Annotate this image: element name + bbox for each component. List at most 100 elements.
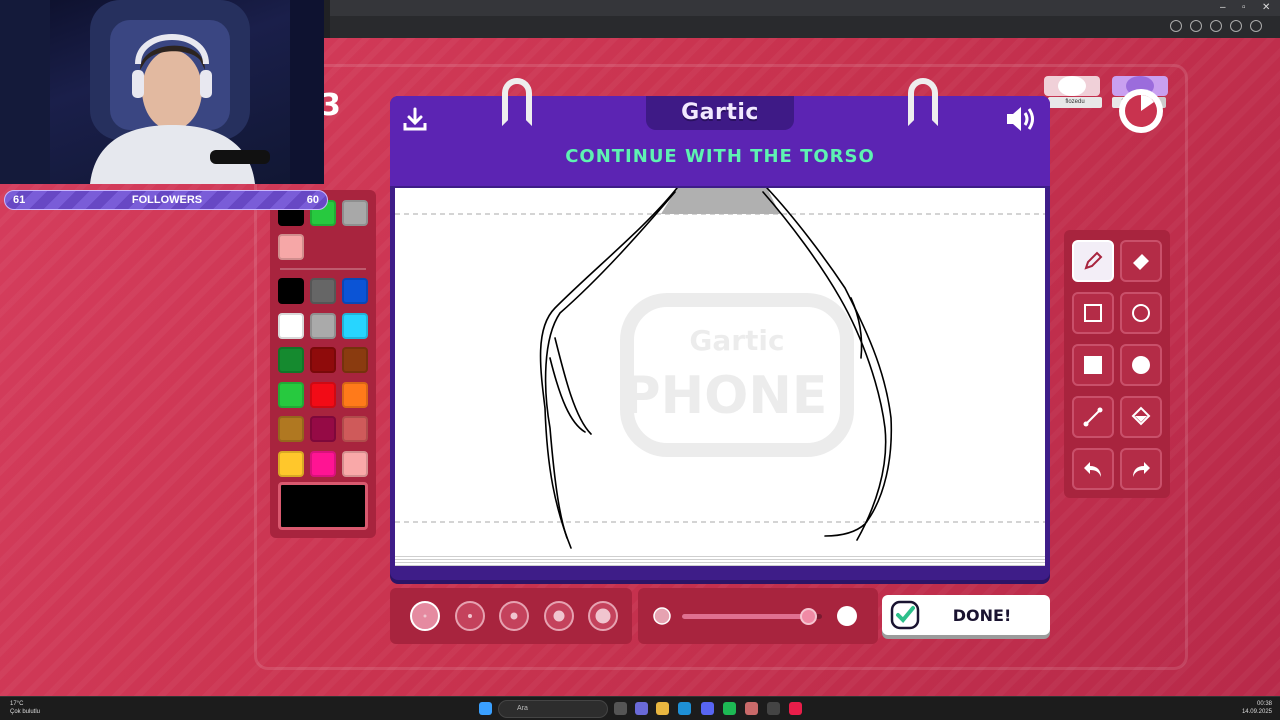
download-icon[interactable] — [402, 106, 428, 132]
color-swatch[interactable] — [278, 312, 304, 339]
opacity-high-icon — [837, 606, 857, 626]
color-swatch[interactable] — [342, 381, 368, 408]
profile-icon[interactable] — [1230, 20, 1242, 32]
line-icon — [1083, 407, 1103, 427]
file-explorer-icon[interactable] — [656, 702, 669, 715]
chrome-icon[interactable] — [767, 702, 780, 715]
eraser-icon — [1133, 254, 1149, 270]
player-name: flozedu — [1048, 97, 1102, 108]
discord-icon[interactable] — [701, 702, 714, 715]
close-icon[interactable]: ✕ — [1262, 2, 1270, 13]
pencil-icon — [1084, 251, 1103, 270]
fill-tool[interactable] — [1120, 396, 1162, 438]
circle-outline-icon — [1132, 304, 1150, 322]
opacity-low-icon — [653, 607, 671, 625]
color-swatch[interactable] — [310, 381, 336, 408]
color-swatch[interactable] — [310, 347, 336, 373]
pencil-tool[interactable] — [1072, 240, 1114, 282]
color-swatch[interactable] — [342, 347, 368, 373]
tab-strip — [330, 0, 1280, 16]
color-palette — [270, 190, 376, 538]
color-swatch[interactable] — [342, 278, 368, 304]
eraser-tool[interactable] — [1120, 240, 1162, 282]
brush-size-5[interactable] — [588, 601, 618, 631]
done-button[interactable]: DONE! — [882, 595, 1050, 635]
extension-icon[interactable] — [1190, 20, 1202, 32]
redo-icon — [1133, 462, 1150, 477]
followers-goal: 60 — [306, 194, 319, 206]
color-swatch[interactable] — [342, 200, 368, 226]
color-swatch[interactable] — [342, 312, 368, 339]
color-swatch[interactable] — [310, 312, 336, 339]
color-swatch[interactable] — [278, 450, 304, 477]
undo-icon — [1084, 462, 1101, 477]
opacity-fill — [682, 614, 808, 619]
svg-text:Gartic: Gartic — [689, 324, 784, 357]
color-swatch[interactable] — [342, 416, 368, 442]
star-icon[interactable] — [1210, 20, 1222, 32]
paper-edge — [395, 554, 1045, 566]
rectangle-filled-tool[interactable] — [1072, 344, 1114, 386]
drawing-canvas[interactable]: Gartic PHONE — [395, 187, 1045, 558]
color-swatch[interactable] — [278, 278, 304, 304]
gartic-logo: Gartic — [681, 100, 759, 125]
color-swatch[interactable] — [278, 381, 304, 408]
clock-time: 00:38 — [1256, 701, 1272, 707]
streamer-webcam-image — [0, 0, 324, 184]
clock-date: 14.09.2025 — [1241, 709, 1272, 715]
circle-filled-tool[interactable] — [1120, 344, 1162, 386]
weather-desc: Çok bulutlu — [10, 709, 41, 715]
gartic-phone-watermark: Gartic PHONE — [620, 293, 854, 457]
palette-divider — [280, 268, 366, 270]
brush-size-1[interactable] — [410, 601, 440, 631]
undo-tool[interactable] — [1072, 448, 1114, 490]
opacity-knob[interactable] — [800, 608, 817, 625]
circle-outline-tool[interactable] — [1120, 292, 1162, 334]
circle-filled-icon — [1132, 356, 1150, 374]
tool-panel — [1064, 230, 1170, 498]
volume-icon[interactable] — [1004, 104, 1038, 134]
followers-label: FOLLOWERS — [131, 194, 203, 206]
instruction-text: CONTINUE WITH THE TORSO — [565, 146, 875, 167]
drawing-surface[interactable]: Gartic PHONE — [395, 187, 1045, 558]
color-swatch[interactable] — [342, 450, 368, 477]
color-swatch[interactable] — [278, 416, 304, 442]
color-swatch[interactable] — [278, 234, 304, 260]
app-icon[interactable] — [745, 702, 758, 715]
rectangle-outline-tool[interactable] — [1072, 292, 1114, 334]
edge-icon[interactable] — [678, 702, 691, 715]
color-swatch[interactable] — [278, 347, 304, 373]
app-icon[interactable] — [789, 702, 802, 715]
toolbar-strip — [330, 16, 1280, 38]
redo-tool[interactable] — [1120, 448, 1162, 490]
binder-ring — [502, 78, 532, 126]
menu-icon[interactable] — [1250, 20, 1262, 32]
brush-size-2[interactable] — [455, 601, 485, 631]
checkmark-icon — [890, 600, 920, 630]
fill-bucket-icon — [1131, 406, 1151, 426]
taskbar-search[interactable]: Ara — [498, 700, 608, 718]
webcam-overlay — [0, 0, 324, 184]
taskbar-clock[interactable]: 00:38 14.09.2025 — [1236, 700, 1272, 716]
spotify-icon[interactable] — [723, 702, 736, 715]
brush-size-4[interactable] — [544, 601, 574, 631]
color-swatch[interactable] — [310, 416, 336, 442]
maximize-icon[interactable]: ▫ — [1242, 2, 1246, 13]
svg-text:PHONE: PHONE — [623, 366, 828, 426]
current-color-swatch[interactable] — [278, 482, 368, 530]
windows-taskbar: 17°C Çok bulutlu Ara 00:38 14.09.2025 — [0, 696, 1280, 720]
color-swatch[interactable] — [310, 450, 336, 477]
task-view-icon[interactable] — [614, 702, 627, 715]
weather-temp: 17°C — [10, 701, 24, 707]
brush-size-3[interactable] — [499, 601, 529, 631]
line-tool[interactable] — [1072, 396, 1114, 438]
start-icon[interactable] — [479, 702, 492, 715]
minimize-icon[interactable]: – — [1220, 2, 1226, 13]
brush-size-picker — [390, 588, 632, 644]
copilot-icon[interactable] — [635, 702, 648, 715]
weather-widget[interactable]: 17°C Çok bulutlu — [10, 700, 40, 716]
opacity-slider[interactable] — [638, 588, 878, 644]
color-swatch[interactable] — [310, 278, 336, 304]
bookmark-icon[interactable] — [1170, 20, 1182, 32]
binder-ring — [908, 78, 938, 126]
